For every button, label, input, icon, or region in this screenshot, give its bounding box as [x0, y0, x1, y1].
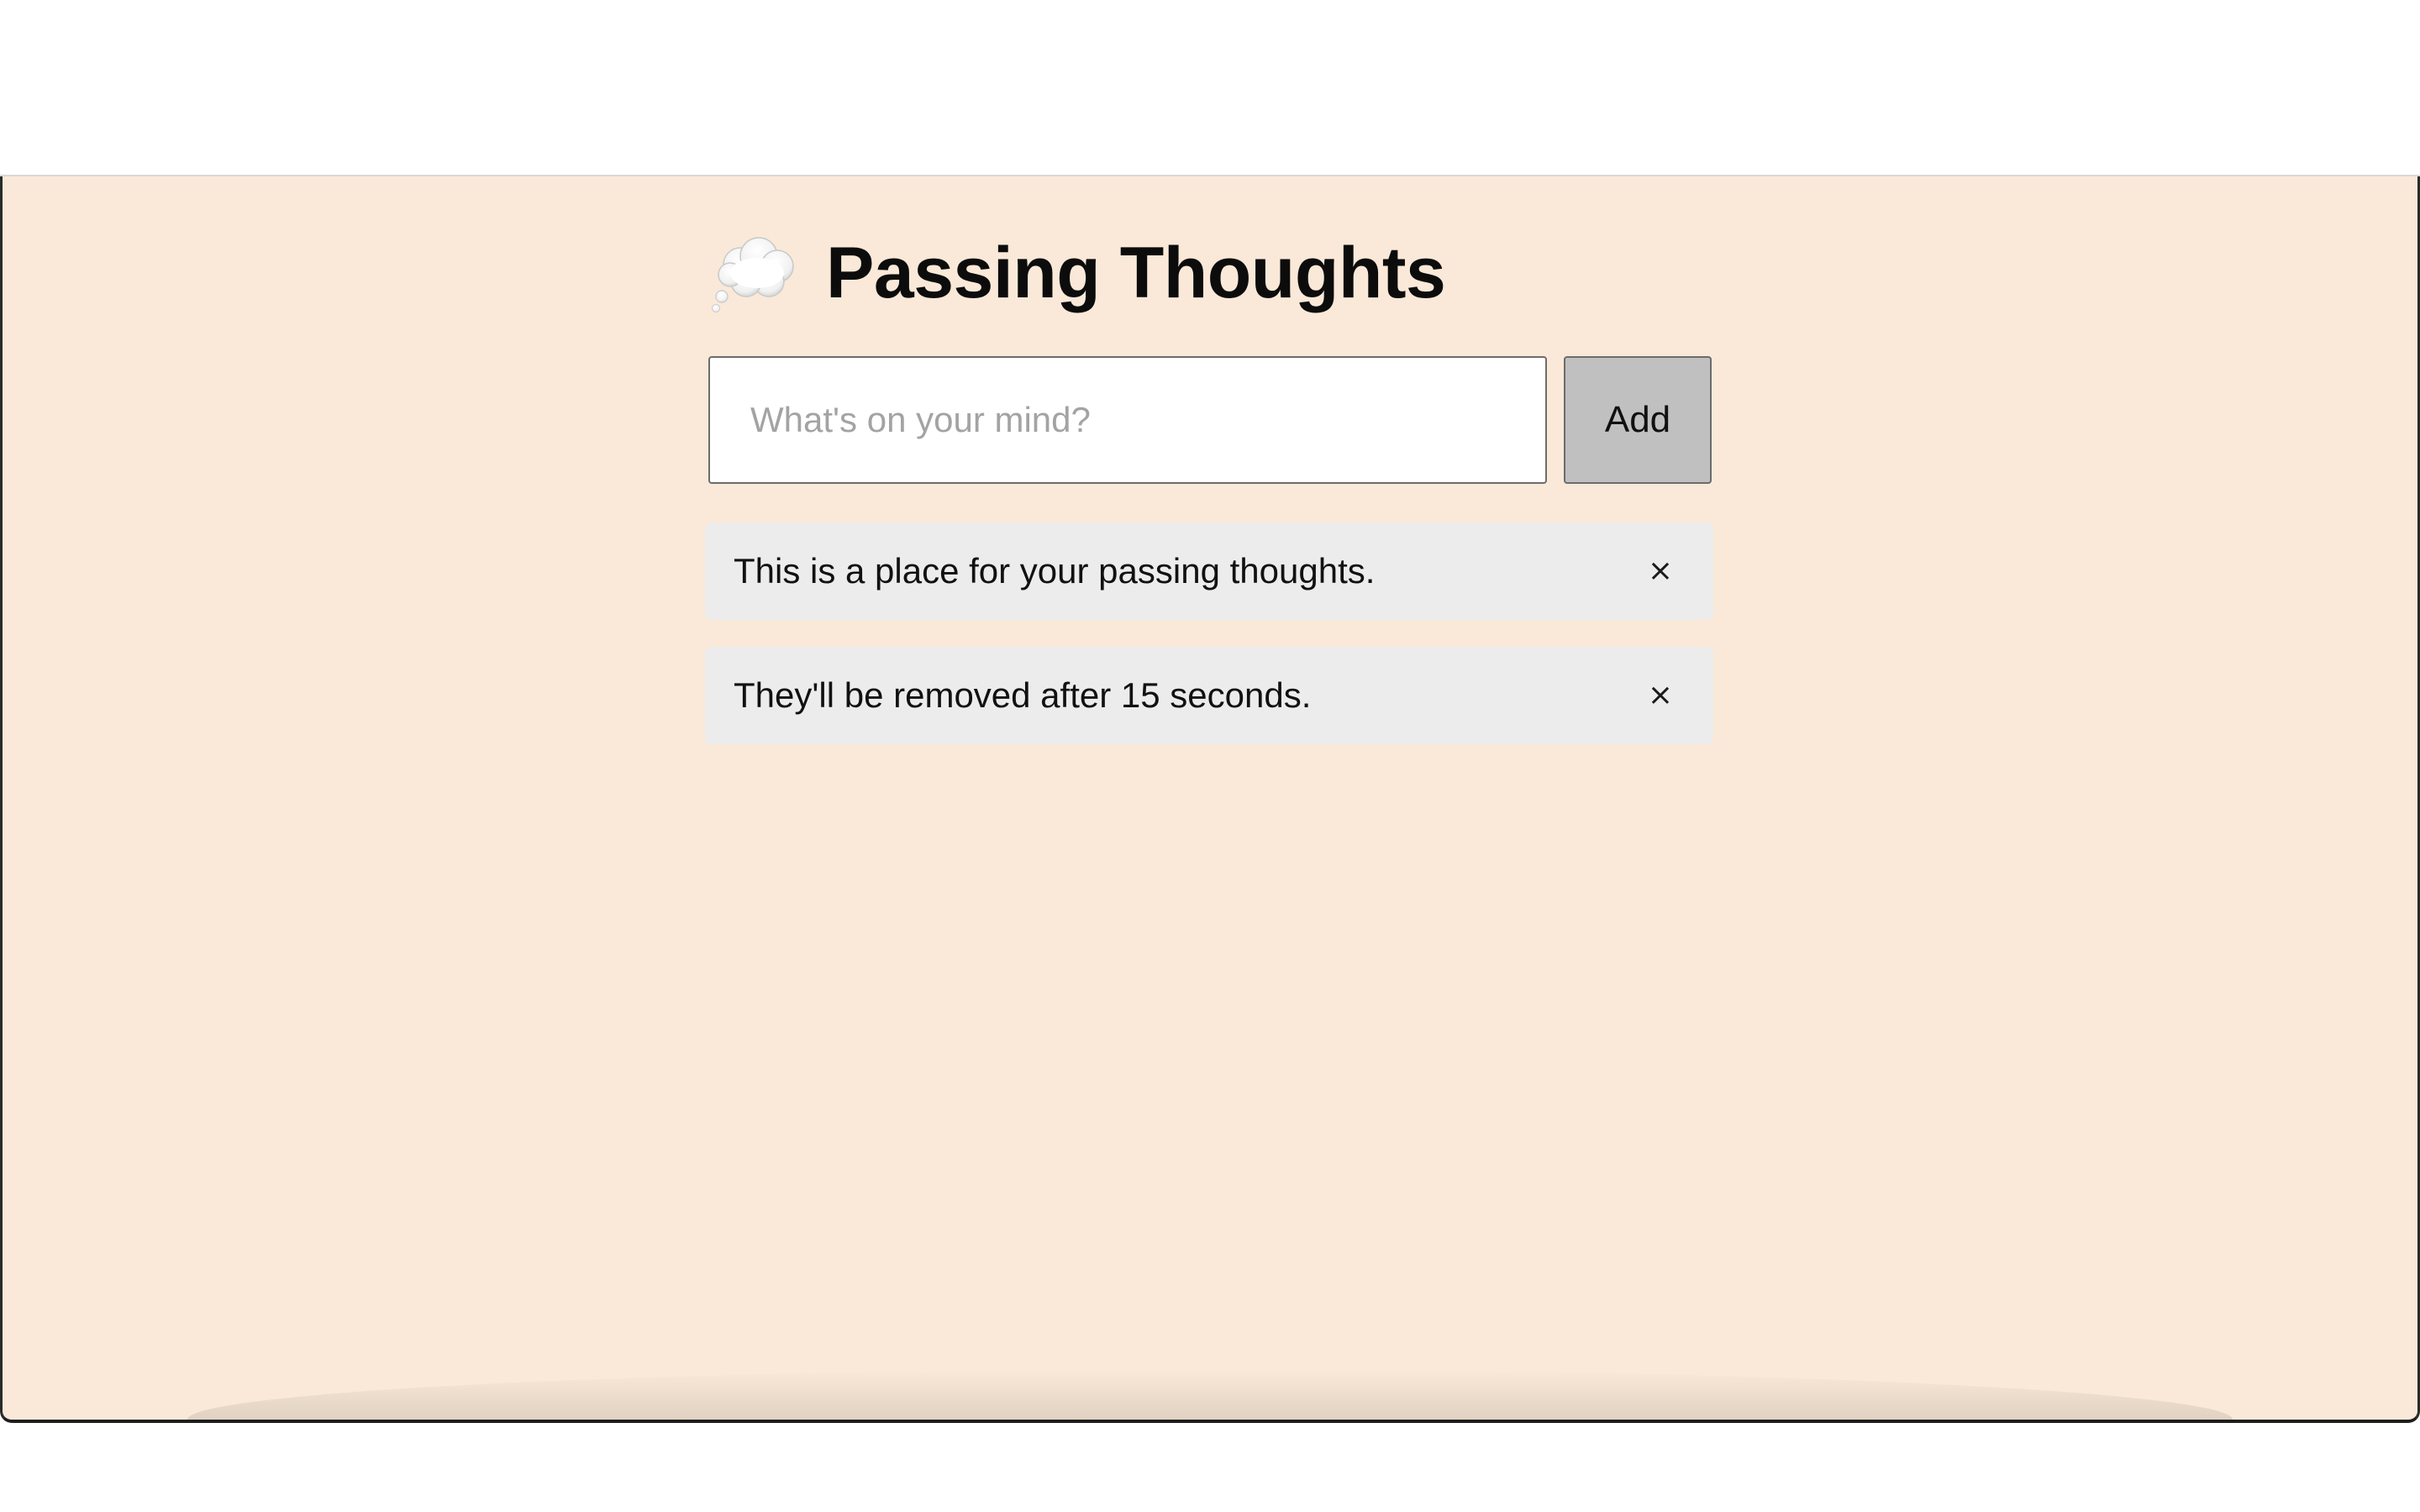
new-thought-form: Add — [708, 356, 1717, 484]
page-title: Passing Thoughts — [826, 233, 1446, 313]
bottom-shadow — [187, 1369, 2233, 1420]
thoughts-list: This is a place for your passing thought… — [705, 522, 1713, 744]
thought-item: They'll be removed after 15 seconds. × — [705, 647, 1713, 744]
thought-input[interactable] — [708, 356, 1547, 484]
app-container: Passing Thoughts Add This is a place for… — [705, 227, 1717, 771]
browser-chrome — [0, 0, 2420, 176]
header: Passing Thoughts — [708, 227, 1717, 319]
thought-item: This is a place for your passing thought… — [705, 522, 1713, 620]
remove-thought-button[interactable]: × — [1639, 675, 1681, 717]
thought-balloon-icon — [708, 231, 801, 315]
remove-thought-button[interactable]: × — [1639, 550, 1681, 592]
thought-text: They'll be removed after 15 seconds. — [734, 675, 1312, 715]
thought-text: This is a place for your passing thought… — [734, 551, 1376, 591]
add-button[interactable]: Add — [1564, 356, 1712, 484]
page-viewport: Passing Thoughts Add This is a place for… — [0, 176, 2420, 1423]
